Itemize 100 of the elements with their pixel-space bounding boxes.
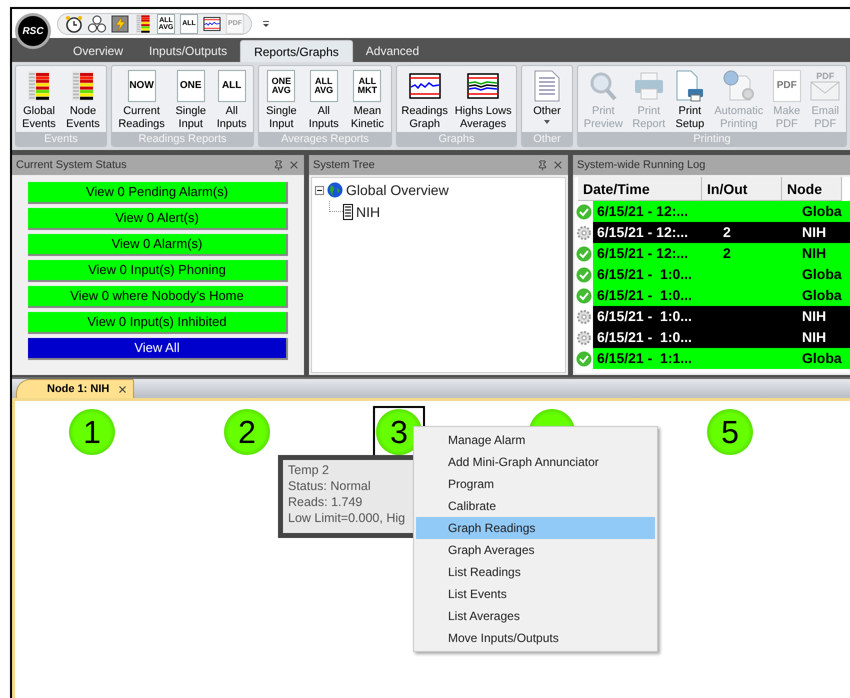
status-button[interactable]: View 0 Input(s) Phoning bbox=[28, 260, 288, 282]
menu-item[interactable]: Calibrate bbox=[416, 495, 655, 517]
event-grid-icon bbox=[28, 71, 50, 101]
panel-title: System Tree bbox=[313, 158, 376, 173]
table-cell-text: Globa bbox=[801, 286, 843, 305]
table-cell-text: Globa bbox=[801, 349, 843, 368]
menu-item[interactable]: List Averages bbox=[416, 605, 655, 627]
ribbon-button[interactable]: Node Events bbox=[65, 69, 101, 131]
ribbon-tab[interactable]: Overview bbox=[60, 40, 136, 62]
icon-label: ALL bbox=[222, 81, 242, 91]
ribbon-button[interactable]: Readings Graph bbox=[400, 69, 449, 131]
log-row[interactable]: 6/15/21 - 1:1... Globa bbox=[593, 348, 850, 369]
status-button[interactable]: View All bbox=[28, 338, 288, 360]
ribbon-button[interactable]: Global Events bbox=[21, 69, 57, 131]
log-row[interactable]: 6/15/21 - 12:... 2 NIH bbox=[593, 222, 850, 243]
menu-item[interactable]: Move Inputs/Outputs bbox=[416, 627, 655, 649]
tooltip-line: Low Limit=0.000, Hig bbox=[288, 510, 406, 526]
icon-label: ONE AVG bbox=[272, 77, 292, 95]
pin-icon[interactable] bbox=[273, 160, 284, 170]
line-graph-icon bbox=[408, 73, 441, 99]
table-cell-text: 2 bbox=[722, 244, 732, 263]
column-header[interactable]: Date/Time bbox=[578, 177, 702, 201]
ribbon-button[interactable]: NOW Current Readings bbox=[117, 69, 166, 131]
menu-item[interactable]: Graph Readings bbox=[416, 517, 655, 539]
collapse-icon[interactable] bbox=[315, 186, 324, 194]
log-row[interactable]: 6/15/21 - 1:0... NIH bbox=[593, 306, 850, 327]
menu-item[interactable]: List Events bbox=[416, 583, 655, 605]
group-label: Graphs bbox=[397, 132, 516, 146]
customize-icon[interactable] bbox=[262, 20, 270, 28]
ribbon-button[interactable]: ALL All Inputs bbox=[216, 69, 248, 131]
column-header[interactable]: Node bbox=[782, 177, 842, 201]
icon-label: PDF bbox=[816, 72, 834, 80]
toolbar-button[interactable] bbox=[65, 14, 83, 32]
table-cell-text: 6/15/21 - 1:0... bbox=[596, 307, 693, 326]
icon-label: ALL AVG bbox=[314, 77, 334, 95]
log-row[interactable]: 6/15/21 - 12:... Globa bbox=[593, 201, 850, 222]
log-row[interactable]: 6/15/21 - 1:0... Globa bbox=[593, 264, 850, 285]
log-row[interactable]: 6/15/21 - 1:0... NIH bbox=[593, 327, 850, 348]
group-label: Events bbox=[16, 132, 106, 146]
group-label: Other bbox=[522, 132, 572, 146]
document-tab[interactable]: Node 1: NIH bbox=[16, 379, 134, 398]
icon-label: ONE bbox=[180, 81, 202, 91]
table-cell-text: NIH bbox=[801, 328, 828, 347]
ribbon-tab[interactable]: Inputs/Outputs bbox=[136, 40, 240, 62]
ribbon-tab[interactable]: Advanced bbox=[352, 40, 432, 62]
table-cell-text: 6/15/21 - 12:... bbox=[596, 244, 690, 263]
ribbon-button[interactable]: Highs Lows Averages bbox=[454, 69, 513, 131]
close-icon[interactable] bbox=[552, 159, 564, 171]
status-button[interactable]: View 0 where Nobody's Home bbox=[28, 286, 288, 308]
globe-icon bbox=[327, 182, 343, 198]
toolbar-button[interactable] bbox=[134, 14, 152, 32]
ribbon-button[interactable]: ALL MKT Mean Kinetic bbox=[350, 69, 385, 131]
device-icon bbox=[343, 204, 353, 220]
panel-title: Current System Status bbox=[16, 158, 128, 173]
tree-item[interactable]: NIH bbox=[356, 202, 380, 222]
column-header[interactable]: In/Out bbox=[702, 177, 782, 201]
event-grid-icon bbox=[72, 71, 94, 101]
line-graph-icon bbox=[467, 73, 500, 99]
toolbar-button[interactable] bbox=[203, 14, 221, 32]
table-cell-text: NIH bbox=[801, 244, 828, 263]
group-label: Averages Reports bbox=[259, 132, 391, 146]
tooltip-line: Temp 2 bbox=[288, 462, 330, 478]
status-button[interactable]: View 0 Pending Alarm(s) bbox=[28, 182, 288, 204]
icon-label: PDF bbox=[776, 81, 797, 91]
line-graph-icon bbox=[203, 16, 221, 30]
close-icon[interactable] bbox=[288, 159, 300, 171]
group-label: Printing bbox=[578, 132, 846, 146]
ribbon-button[interactable]: ONE Single Input bbox=[174, 69, 208, 131]
group-label: Readings Reports bbox=[112, 132, 253, 146]
log-row[interactable]: 6/15/21 - 1:0... Globa bbox=[593, 285, 850, 306]
table-cell-text: 2 bbox=[722, 223, 732, 242]
ribbon-button[interactable]: ALL AVG All Inputs bbox=[308, 69, 340, 131]
status-button[interactable]: View 0 Input(s) Inhibited bbox=[28, 312, 288, 334]
tree-item[interactable]: Global Overview bbox=[346, 180, 449, 200]
status-button[interactable]: View 0 Alert(s) bbox=[28, 208, 288, 230]
table-cell-text: Globa bbox=[801, 265, 843, 284]
table-cell-text: 6/15/21 - 12:... bbox=[596, 223, 690, 242]
magnifier-icon bbox=[588, 70, 618, 102]
table-cell-text: NIH bbox=[801, 307, 828, 326]
status-button[interactable]: View 0 Alarm(s) bbox=[28, 234, 288, 256]
panel-title: System-wide Running Log bbox=[577, 158, 706, 173]
table-cell-text: 6/15/21 - 1:0... bbox=[596, 265, 693, 284]
toolbar-button[interactable] bbox=[111, 14, 129, 32]
tooltip-line: Reads: 1.749 bbox=[288, 494, 364, 510]
table-cell-text: NIH bbox=[801, 223, 828, 242]
log-row[interactable]: 6/15/21 - 12:... 2 NIH bbox=[593, 243, 850, 264]
ribbon-tab[interactable]: Reports/Graphs bbox=[240, 40, 353, 62]
pin-icon[interactable] bbox=[537, 160, 548, 170]
menu-item[interactable]: List Readings bbox=[416, 561, 655, 583]
table-cell-text: 6/15/21 - 12:... bbox=[596, 202, 690, 221]
icon-label: ALL MKT bbox=[358, 77, 378, 95]
toolbar-button[interactable] bbox=[88, 14, 106, 32]
menu-item[interactable]: Program bbox=[416, 473, 655, 495]
table-cell-text: 6/15/21 - 1:0... bbox=[596, 286, 693, 305]
ribbon-button[interactable]: Other bbox=[532, 69, 562, 124]
ribbon-button[interactable]: Print Setup bbox=[674, 69, 706, 131]
table-cell-text: 6/15/21 - 1:0... bbox=[596, 328, 693, 347]
close-icon[interactable] bbox=[117, 384, 128, 394]
ribbon-button[interactable]: ONE AVG Single Input bbox=[265, 69, 298, 131]
menu-item[interactable]: Graph Averages bbox=[416, 539, 655, 561]
